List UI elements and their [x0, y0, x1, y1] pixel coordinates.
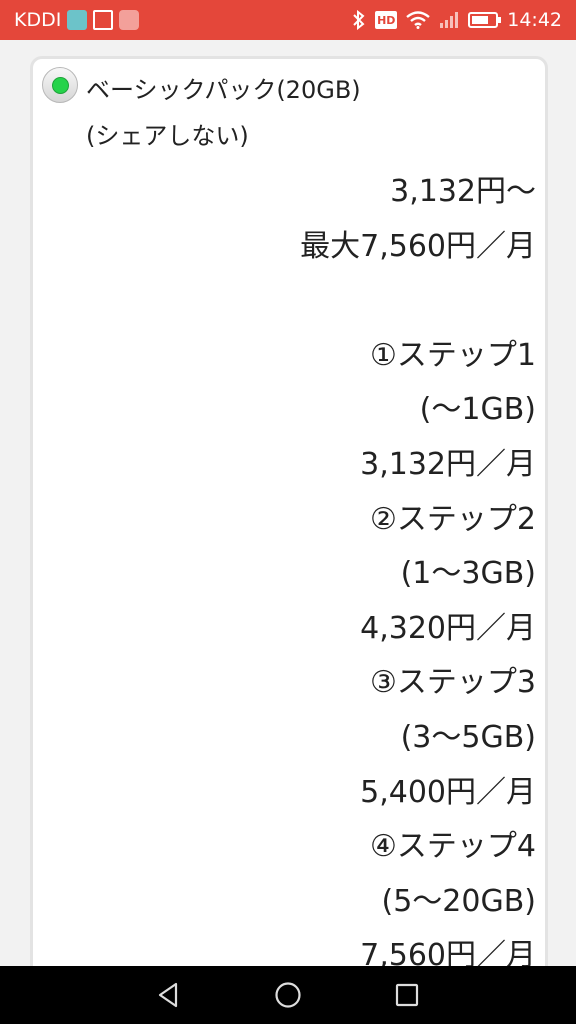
- page-content: ベーシックパック(20GB) (シェアしない) 3,132円〜 最大7,560円…: [0, 40, 576, 966]
- price-max: 最大7,560円／月: [300, 228, 536, 264]
- app-notification-icon: [67, 10, 88, 30]
- step-label: ①ステップ1: [370, 337, 536, 373]
- recents-square-icon[interactable]: [387, 975, 427, 1015]
- plan-title-line1: ベーシックパック(20GB): [86, 76, 361, 104]
- plan-price-details: 3,132円〜 最大7,560円／月 ①ステップ1 (〜1GB) 3,132円／…: [300, 165, 536, 966]
- battery-icon: [468, 12, 502, 28]
- step-range: (〜1GB): [419, 392, 536, 428]
- signal-icon: [439, 11, 459, 29]
- step-price: 5,400円／月: [360, 774, 536, 810]
- step-label: ③ステップ3: [370, 665, 536, 701]
- step-range: (5〜20GB): [381, 883, 537, 919]
- wifi-icon: [406, 11, 430, 29]
- step-label: ④ステップ4: [370, 829, 536, 865]
- clock: 14:42: [507, 9, 562, 31]
- slack-notification-icon: [119, 10, 140, 30]
- step-price: 7,560円／月: [360, 938, 536, 966]
- message-notification-icon: [93, 10, 114, 30]
- plan-option-card[interactable]: ベーシックパック(20GB) (シェアしない) 3,132円〜 最大7,560円…: [30, 56, 548, 966]
- step-price: 3,132円／月: [360, 446, 536, 482]
- radio-selected-dot: [51, 76, 69, 94]
- plan-title-line2: (シェアしない): [86, 122, 249, 150]
- back-triangle-icon[interactable]: [149, 975, 189, 1015]
- bluetooth-icon: [352, 10, 366, 30]
- step-range: (1〜3GB): [400, 556, 536, 592]
- home-circle-icon[interactable]: [268, 975, 308, 1015]
- hd-voice-icon: HD: [375, 11, 398, 29]
- step-price: 4,320円／月: [360, 610, 536, 646]
- status-bar: KDDI HD 14:42: [0, 0, 576, 40]
- system-nav-bar: [0, 966, 576, 1024]
- plan-radio-button[interactable]: [42, 67, 78, 103]
- step-range: (3〜5GB): [400, 719, 536, 755]
- carrier-label: KDDI: [14, 9, 62, 31]
- plan-title: ベーシックパック(20GB) (シェアしない): [86, 67, 526, 159]
- step-label: ②ステップ2: [370, 501, 536, 537]
- price-from: 3,132円〜: [390, 174, 536, 209]
